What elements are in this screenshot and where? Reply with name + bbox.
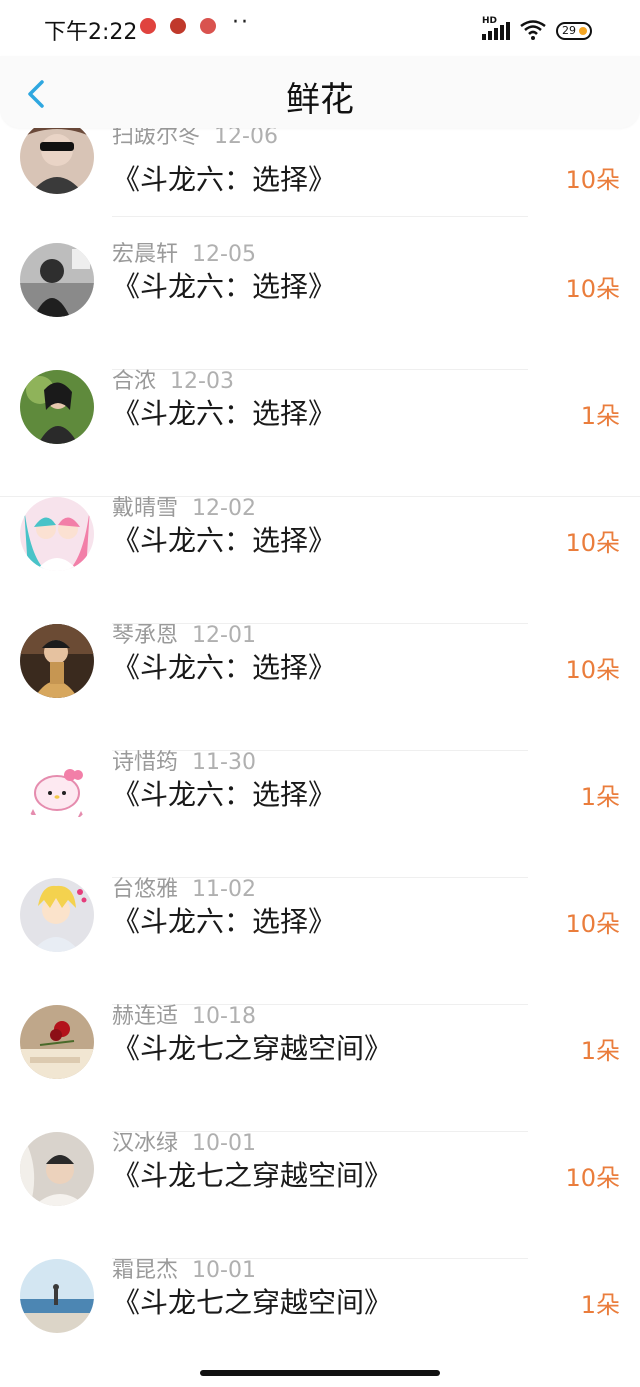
- avatar: [20, 751, 94, 825]
- notification-icon: [200, 18, 216, 34]
- flower-count: 10朵: [565, 275, 620, 303]
- notification-icon: [140, 18, 156, 34]
- flower-count: 10朵: [565, 656, 620, 684]
- book-title: 《斗龙六：选择》: [112, 524, 337, 557]
- avatar: [20, 243, 94, 317]
- book-title: 《斗龙六：选择》: [112, 270, 337, 303]
- avatar: [20, 1259, 94, 1333]
- book-title: 《斗龙六：选择》: [112, 778, 337, 811]
- send-date: 11-02: [192, 877, 256, 902]
- avatar: [20, 1132, 94, 1206]
- flower-count: 1朵: [580, 1037, 620, 1065]
- list-item[interactable]: 扫跋尔冬 12-06 《斗龙六：选择》 10朵: [0, 120, 640, 255]
- sender-meta: 霜昆杰 10-01: [112, 1252, 256, 1284]
- flower-count: 10朵: [565, 166, 620, 194]
- send-date: 12-05: [192, 242, 256, 267]
- battery-level: 29: [562, 24, 576, 37]
- sender-name: 宏晨轩: [112, 242, 179, 267]
- send-date: 12-03: [170, 369, 234, 394]
- send-date: 12-02: [192, 496, 256, 521]
- page-title: 鲜花: [286, 80, 354, 120]
- status-bar: 下午2:22 ·· HD 29: [0, 0, 640, 56]
- sender-name: 台悠雅: [112, 877, 179, 902]
- sender-name: 戴晴雪: [112, 496, 179, 521]
- list-item[interactable]: 宏晨轩 12-05 《斗龙六：选择》 10朵: [0, 242, 640, 370]
- notification-icon: [170, 18, 186, 34]
- sender-meta: 诗惜筠 11-30: [112, 744, 256, 776]
- nav-bar: 鲜花: [0, 56, 640, 128]
- sender-meta: 合浓 12-03: [112, 363, 234, 395]
- sender-name: 汉冰绿: [112, 1131, 179, 1156]
- send-date: 11-30: [192, 750, 256, 775]
- sender-meta: 宏晨轩 12-05: [112, 236, 256, 268]
- sender-meta: 琴承恩 12-01: [112, 617, 256, 649]
- more-notifications-icon: ··: [232, 10, 250, 35]
- wifi-icon: [520, 20, 546, 40]
- send-date: 12-01: [192, 623, 256, 648]
- avatar: [20, 624, 94, 698]
- list-item[interactable]: 赫连适 10-18 《斗龙七之穿越空间》 1朵: [0, 1004, 640, 1132]
- list-item[interactable]: 琴承恩 12-01 《斗龙六：选择》 10朵: [0, 623, 640, 751]
- flower-count: 1朵: [580, 402, 620, 430]
- flower-count: 1朵: [580, 1291, 620, 1319]
- book-title: 《斗龙六：选择》: [112, 905, 337, 938]
- send-date: 10-18: [192, 1004, 256, 1029]
- avatar: [20, 497, 94, 571]
- avatar: [20, 120, 94, 194]
- list-item[interactable]: 戴晴雪 12-02 《斗龙六：选择》 10朵: [0, 496, 640, 624]
- flower-count: 10朵: [565, 1164, 620, 1192]
- book-title: 《斗龙六：选择》: [112, 397, 337, 430]
- sender-meta: 赫连适 10-18: [112, 998, 256, 1030]
- sender-meta: 台悠雅 11-02: [112, 871, 256, 903]
- flower-count: 1朵: [580, 783, 620, 811]
- sender-name: 赫连适: [112, 1004, 179, 1029]
- avatar: [20, 878, 94, 952]
- avatar: [20, 370, 94, 444]
- battery-icon: 29: [556, 22, 592, 40]
- sender-meta: 戴晴雪 12-02: [112, 490, 256, 522]
- list-item[interactable]: 霜昆杰 10-01 《斗龙七之穿越空间》 1朵: [0, 1258, 640, 1386]
- list-item[interactable]: 台悠雅 11-02 《斗龙六：选择》 10朵: [0, 877, 640, 1005]
- sender-name: 合浓: [112, 369, 157, 394]
- avatar: [20, 1005, 94, 1079]
- list-item[interactable]: 合浓 12-03 《斗龙六：选择》 1朵: [0, 369, 640, 497]
- send-date: 10-01: [192, 1131, 256, 1156]
- divider: [112, 216, 528, 217]
- sender-name: 琴承恩: [112, 623, 179, 648]
- book-title: 《斗龙六：选择》: [112, 163, 337, 196]
- list-item[interactable]: 诗惜筠 11-30 《斗龙六：选择》 1朵: [0, 750, 640, 878]
- send-date: 10-01: [192, 1258, 256, 1283]
- hd-label: HD: [482, 16, 498, 26]
- book-title: 《斗龙七之穿越空间》: [112, 1286, 393, 1319]
- sender-meta: 汉冰绿 10-01: [112, 1125, 256, 1157]
- signal-icon: HD: [482, 16, 510, 40]
- sender-name: 霜昆杰: [112, 1258, 179, 1283]
- sender-name: 诗惜筠: [112, 750, 179, 775]
- list-item[interactable]: 汉冰绿 10-01 《斗龙七之穿越空间》 10朵: [0, 1131, 640, 1259]
- book-title: 《斗龙七之穿越空间》: [112, 1032, 393, 1065]
- book-title: 《斗龙七之穿越空间》: [112, 1159, 393, 1192]
- book-title: 《斗龙六：选择》: [112, 651, 337, 684]
- status-time: 下午2:22: [44, 20, 138, 45]
- flower-count: 10朵: [565, 529, 620, 557]
- flower-record-list: 扫跋尔冬 12-06 《斗龙六：选择》 10朵 宏晨轩 12-05 《斗龙六：选择》…: [0, 0, 640, 1387]
- home-indicator[interactable]: [200, 1370, 440, 1376]
- flower-count: 10朵: [565, 910, 620, 938]
